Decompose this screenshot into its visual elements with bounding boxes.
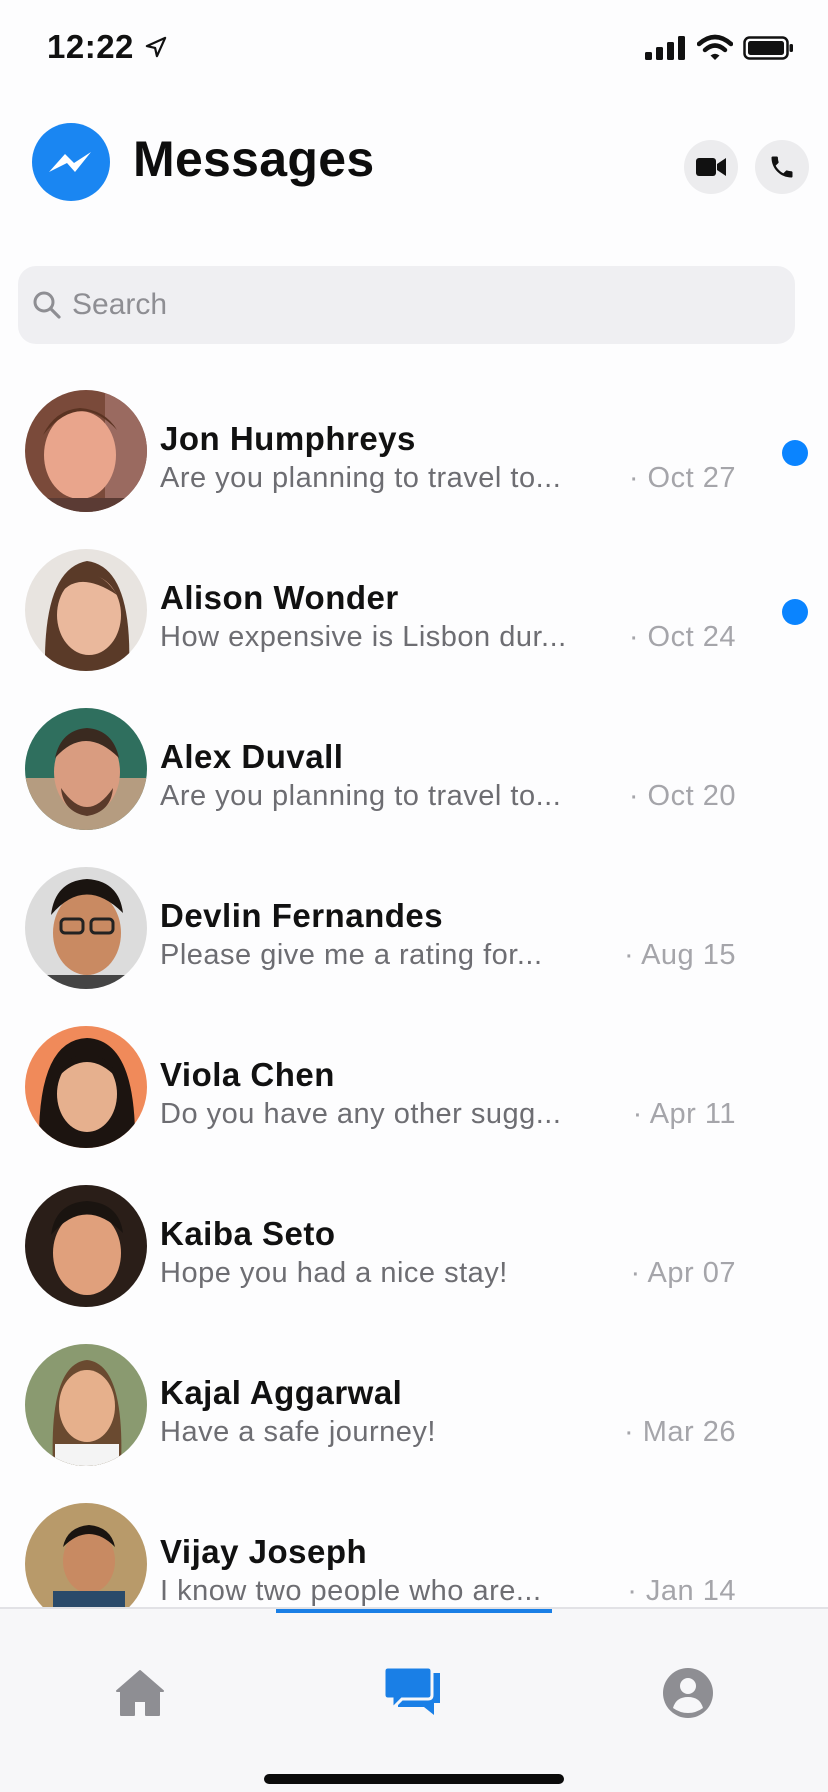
conversation-row[interactable]: Kaiba Seto Hope you had a nice stay! · A… — [0, 1175, 828, 1334]
conversation-preview: Are you planning to travel to... — [160, 462, 562, 494]
profile-icon — [663, 1668, 713, 1718]
conversation-name: Jon Humphreys — [160, 420, 416, 457]
avatar — [25, 1026, 147, 1148]
conversation-name: Alex Duvall — [160, 738, 344, 775]
conversation-preview: Please give me a rating for... — [160, 939, 543, 971]
page-title: Messages — [133, 131, 375, 187]
status-time: 12:22 — [47, 28, 134, 65]
home-icon — [116, 1670, 164, 1716]
conversation-date: · Aug 15 — [623, 939, 736, 971]
chats-icon — [384, 1665, 440, 1715]
conversation-date: · Apr 07 — [630, 1257, 736, 1289]
conversation-row[interactable]: Kajal Aggarwal Have a safe journey! · Ma… — [0, 1334, 828, 1493]
conversation-preview: Have a safe journey! — [160, 1416, 436, 1448]
location-arrow-icon — [145, 36, 167, 58]
conversation-row[interactable]: Vijay Joseph I know two people who are..… — [0, 1493, 828, 1608]
cellular-signal-icon — [645, 36, 685, 60]
messenger-logo-icon — [32, 123, 110, 201]
tab-chats[interactable] — [382, 1661, 446, 1725]
conversation-date: · Oct 20 — [628, 780, 736, 812]
conversation-name: Kaiba Seto — [160, 1215, 336, 1252]
avatar — [25, 1185, 147, 1307]
conversation-preview: Are you planning to travel to... — [160, 780, 562, 812]
conversation-name: Vijay Joseph — [160, 1533, 368, 1570]
active-tab-indicator — [276, 1609, 552, 1613]
search-bar[interactable] — [18, 266, 795, 344]
avatar — [25, 549, 147, 671]
conversation-preview: Do you have any other sugg... — [160, 1098, 562, 1130]
unread-indicator — [782, 599, 808, 625]
tab-bar — [0, 1607, 828, 1792]
conversation-name: Alison Wonder — [160, 579, 399, 616]
conversation-row[interactable]: Viola Chen Do you have any other sugg...… — [0, 1016, 828, 1175]
avatar — [25, 867, 147, 989]
conversation-date: · Jan 14 — [627, 1575, 736, 1607]
conversation-date: · Oct 27 — [628, 462, 736, 494]
video-call-button[interactable] — [684, 140, 738, 194]
avatar — [25, 708, 147, 830]
conversation-list: Jon Humphreys Are you planning to travel… — [0, 380, 828, 1608]
conversation-preview: I know two people who are... — [160, 1575, 542, 1607]
conversation-row[interactable]: Alison Wonder How expensive is Lisbon du… — [0, 539, 828, 698]
conversation-date: · Apr 11 — [632, 1098, 736, 1130]
search-input[interactable] — [72, 266, 772, 344]
conversation-name: Viola Chen — [160, 1056, 335, 1093]
avatar — [25, 390, 147, 512]
conversation-name: Kajal Aggarwal — [160, 1374, 403, 1411]
tab-home[interactable] — [108, 1661, 172, 1725]
wifi-icon — [697, 34, 733, 60]
conversation-name: Devlin Fernandes — [160, 897, 444, 934]
voice-call-button[interactable] — [755, 140, 809, 194]
unread-indicator — [782, 440, 808, 466]
search-icon — [33, 291, 61, 319]
home-indicator — [264, 1774, 564, 1784]
tab-profile[interactable] — [656, 1661, 720, 1725]
video-camera-icon — [696, 158, 726, 176]
status-bar: 12:22 — [0, 0, 828, 100]
avatar — [25, 1503, 147, 1608]
conversation-preview: Hope you had a nice stay! — [160, 1257, 508, 1289]
conversation-date: · Mar 26 — [624, 1416, 736, 1448]
conversation-row[interactable]: Jon Humphreys Are you planning to travel… — [0, 380, 828, 539]
battery-icon — [743, 36, 793, 60]
avatar — [25, 1344, 147, 1466]
conversation-row[interactable]: Alex Duvall Are you planning to travel t… — [0, 698, 828, 857]
conversation-date: · Oct 24 — [628, 621, 736, 653]
conversation-row[interactable]: Devlin Fernandes Please give me a rating… — [0, 857, 828, 1016]
phone-icon — [771, 156, 793, 178]
conversation-preview: How expensive is Lisbon dur... — [160, 621, 567, 653]
